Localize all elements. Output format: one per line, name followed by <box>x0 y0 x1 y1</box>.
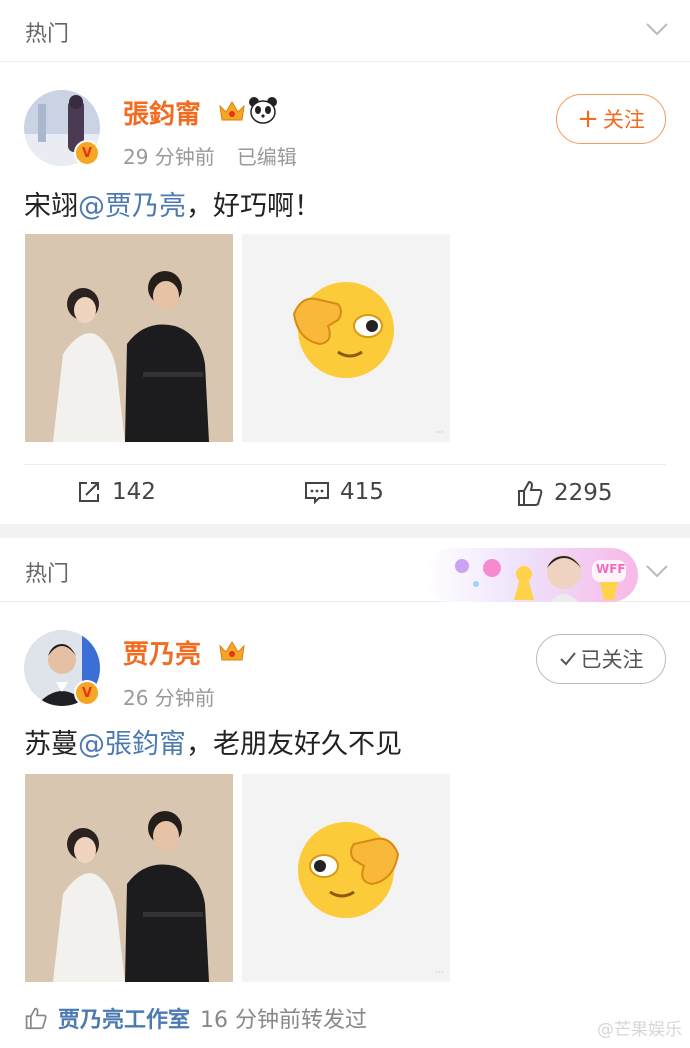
promo-banner[interactable]: WFF <box>424 548 638 602</box>
post-text-part: ，老朋友好久不见 <box>186 729 402 760</box>
like-count: 2295 <box>554 480 613 506</box>
comment-button[interactable]: 415 <box>304 479 384 505</box>
like-button[interactable]: 2295 <box>516 479 613 507</box>
post-text-part: 苏蔓 <box>24 729 78 760</box>
emoji-image[interactable]: ··· <box>242 234 450 442</box>
post-time: 26 分钟前 <box>123 686 215 710</box>
mention-link[interactable]: @贾乃亮 <box>78 191 186 222</box>
emoji-image[interactable]: ··· <box>242 774 450 982</box>
post-text: 苏蔓@張鈞甯，老朋友好久不见 <box>24 722 402 761</box>
plus-icon: + <box>577 104 599 134</box>
mention-link[interactable]: @張鈞甯 <box>78 729 186 760</box>
username[interactable]: 張鈞甯 <box>123 94 201 131</box>
repost-info: 贾乃亮工作室 16 分钟前转发过 <box>24 1002 367 1034</box>
section-divider <box>0 524 690 538</box>
section-title: 热门 <box>25 562 70 587</box>
crown-icon <box>219 641 245 661</box>
checkmark-icon <box>559 652 576 666</box>
follow-button[interactable]: + 关注 <box>556 94 666 144</box>
post-time: 29 分钟前 <box>123 145 215 169</box>
photo-thumbnail[interactable] <box>25 234 233 442</box>
share-icon <box>79 482 99 502</box>
section-title: 热门 <box>25 22 70 47</box>
image-watermark: ··· <box>435 968 444 978</box>
post-meta: 29 分钟前 已编辑 <box>123 141 297 170</box>
edited-label[interactable]: 已编辑 <box>237 145 297 169</box>
repost-button[interactable]: 142 <box>76 479 156 505</box>
verified-badge-icon: V <box>74 140 100 166</box>
crown-icon <box>219 101 245 121</box>
chevron-down-icon[interactable] <box>646 564 668 578</box>
thumbs-up-icon <box>518 480 543 506</box>
comment-count: 415 <box>340 479 384 505</box>
post-text: 宋翊@贾乃亮，好巧啊！ <box>24 184 321 223</box>
follow-label: 关注 <box>602 108 645 132</box>
repost-author[interactable]: 贾乃亮工作室 <box>58 1002 190 1034</box>
section-header-hot-1: 热门 <box>0 0 690 62</box>
post-meta: 26 分钟前 <box>123 682 215 711</box>
photo-thumbnail[interactable] <box>25 774 233 982</box>
following-button[interactable]: 已关注 <box>536 634 666 684</box>
follow-label: 已关注 <box>580 648 644 672</box>
post-text-part: ，好巧啊！ <box>186 191 321 222</box>
repost-time: 16 分钟前转发过 <box>200 1008 368 1033</box>
thumbs-up-icon <box>25 1007 47 1030</box>
verified-badge-icon: V <box>74 680 100 706</box>
panda-icon <box>249 97 277 124</box>
comment-icon <box>305 482 329 505</box>
source-watermark: @芒果娱乐 <box>597 1020 682 1040</box>
image-watermark: ··· <box>435 428 444 438</box>
post-text-part: 宋翊 <box>24 191 78 222</box>
username[interactable]: 贾乃亮 <box>123 634 201 671</box>
banner-badge: WFF <box>596 562 626 576</box>
repost-count: 142 <box>112 479 156 505</box>
chevron-down-icon[interactable] <box>646 22 668 36</box>
action-bar: 142 415 2295 <box>24 464 666 524</box>
